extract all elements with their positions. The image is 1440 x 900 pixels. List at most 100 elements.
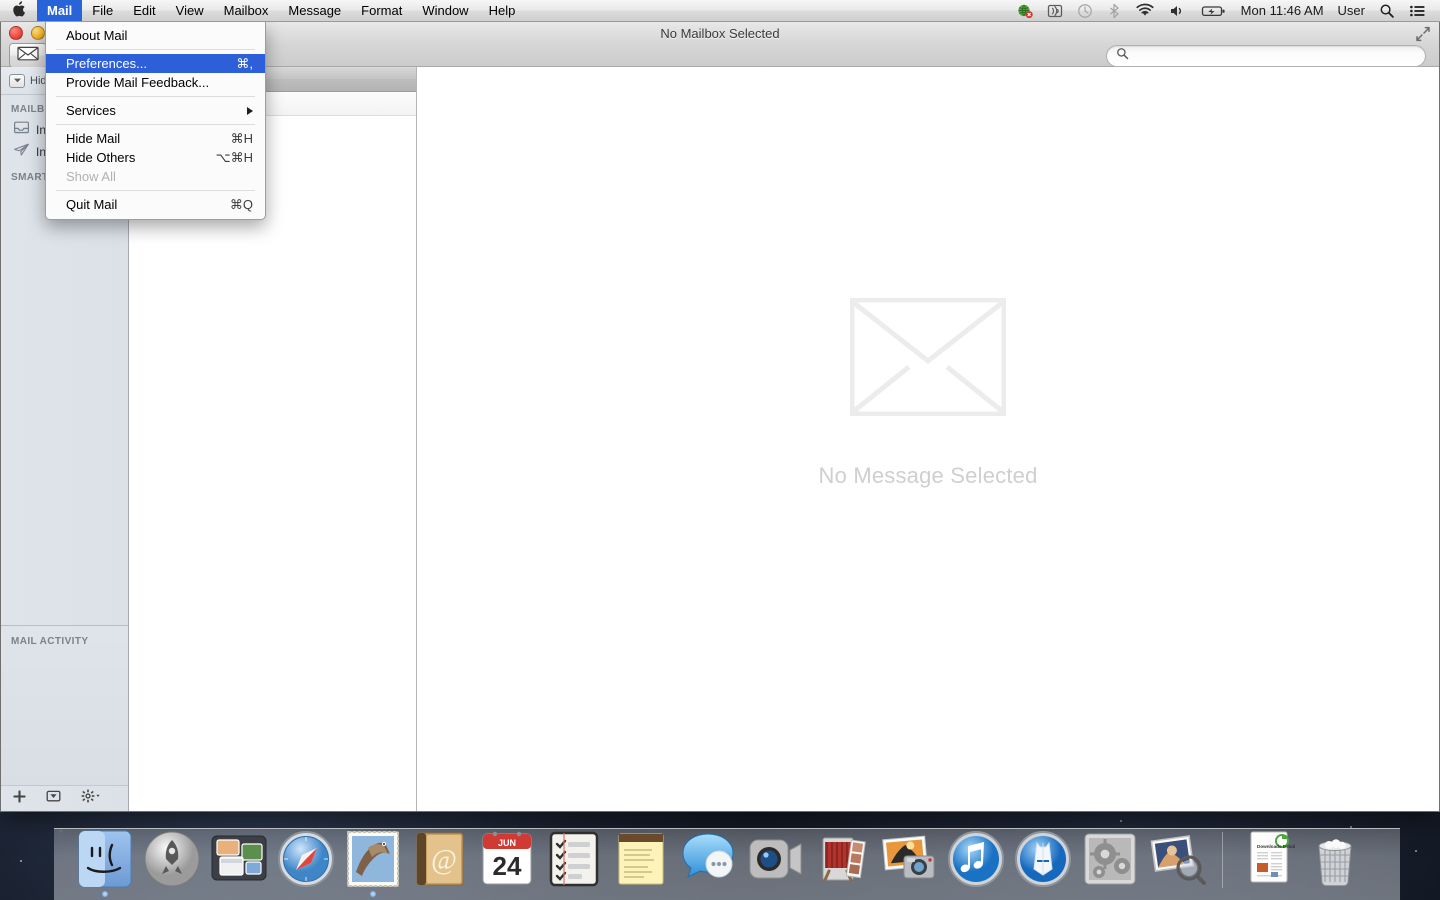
dock-separator [1222,832,1223,888]
paper-plane-icon [13,142,30,162]
dock-item-reminders[interactable] [543,828,605,890]
menu-bar-items: Mail File Edit View Mailbox Message Format Wind… [37,0,525,21]
dock-item-itunes[interactable] [945,828,1007,890]
volume-icon[interactable] [1162,0,1194,21]
gear-icon[interactable] [81,789,100,808]
dock-items: @ JUN 24 Downloads Detail [0,828,1440,897]
empty-state: No Message Selected [818,297,1038,489]
menu-item-shortcut: ⌘Q [229,196,253,212]
menu-item-shortcut: ⌥⌘H [215,149,253,165]
mail-activity-header: MAIL ACTIVITY [11,636,89,647]
dock-item-safari[interactable] [275,828,337,890]
svg-text:24: 24 [493,851,522,881]
battery-icon[interactable] [1194,0,1234,21]
dock: @ JUN 24 Downloads Detail [0,812,1440,900]
svg-text:JUN: JUN [498,838,516,848]
apple-logo-icon [12,1,26,20]
menu-item-label: Hide Mail [66,131,121,146]
menu-view[interactable]: View [166,0,214,21]
menu-edit[interactable]: Edit [123,0,165,21]
wifi-icon[interactable] [1128,0,1162,21]
menu-message[interactable]: Message [278,0,351,21]
search-input[interactable] [1134,48,1416,63]
menu-mailbox[interactable]: Mailbox [214,0,279,21]
dock-item-iphoto[interactable] [878,828,940,890]
dock-item-preview[interactable] [1146,828,1208,890]
message-view: No Message Selected [417,67,1439,811]
menu-item-label: About Mail [66,28,128,43]
menu-item-hide-mail[interactable]: Hide Mail ⌘H [46,129,265,148]
search-container [1106,44,1431,67]
dock-item-trash[interactable] [1304,828,1366,890]
menubar-user[interactable]: User [1331,0,1372,21]
bluetooth-icon[interactable] [1100,0,1128,21]
envelope-compose-icon [17,46,39,66]
menu-item-label: Show All [66,169,116,184]
filter-flag-icon[interactable] [46,789,61,808]
menu-separator [56,124,255,125]
notification-center-icon[interactable] [1402,0,1434,21]
dock-item-mail[interactable] [342,828,404,897]
menu-item-preferences[interactable]: Preferences... ⌘, [46,54,265,73]
menu-help[interactable]: Help [479,0,526,21]
search-icon[interactable] [1372,0,1402,21]
menu-item-label: Provide Mail Feedback... [66,75,210,90]
collapse-icon [9,73,25,88]
mail-app-menu: About Mail Preferences... ⌘, Provide Mail F… [45,22,266,220]
menu-item-services[interactable]: Services [46,101,265,120]
menu-item-label: Services [66,103,116,118]
dock-item-facetime[interactable] [744,828,806,890]
menu-item-quit-mail[interactable]: Quit Mail ⌘Q [46,195,265,214]
menu-item-hide-others[interactable]: Hide Others ⌥⌘H [46,148,265,167]
menu-item-show-all: Show All [46,167,265,186]
menu-item-label: Preferences... [66,56,147,71]
svg-text:@: @ [431,845,457,876]
running-indicator [102,891,108,897]
dock-item-mission-control[interactable] [208,828,270,890]
sidebar-footer [1,785,128,811]
dock-item-system-preferences[interactable] [1079,828,1141,890]
dock-item-calendar[interactable]: JUN 24 [476,828,538,890]
menu-item-shortcut: ⌘, [236,55,253,71]
compose-button[interactable] [9,43,47,68]
running-indicator [370,891,376,897]
menu-separator [56,190,255,191]
search-field[interactable] [1106,44,1426,67]
menu-window[interactable]: Window [412,0,478,21]
menu-item-shortcut: ⌘H [230,130,253,146]
envelope-outline-icon [849,297,1007,421]
dock-item-app-store[interactable] [1012,828,1074,890]
mail-activity-panel: MAIL ACTIVITY [1,625,128,785]
mail-window: No Mailbox Selected Hide MAILBOXES SMART… [0,22,1440,812]
menu-item-label: Quit Mail [66,197,118,212]
menu-format[interactable]: Format [351,0,412,21]
dock-item-finder[interactable] [74,828,136,897]
menu-item-provide-mail-feedback[interactable]: Provide Mail Feedback... [46,73,265,92]
airplay-icon[interactable] [1040,0,1070,21]
menubar-clock[interactable]: Mon 11:46 AM [1234,0,1331,21]
plus-icon[interactable] [13,789,26,808]
menu-separator [56,96,255,97]
menu-bar-status-items: Mon 11:46 AM User [1010,0,1440,21]
apple-menu[interactable] [0,0,37,21]
dock-item-photo-booth[interactable] [811,828,873,890]
submenu-arrow-icon [247,106,253,115]
fullscreen-arrows-icon[interactable] [1415,26,1431,42]
search-icon [1116,47,1129,65]
dock-item-launchpad[interactable] [141,828,203,890]
dock-item-contacts[interactable]: @ [409,828,471,890]
menu-item-label: Hide Others [66,150,136,165]
globe-error-icon[interactable] [1010,0,1040,21]
menu-bar: Mail File Edit View Mailbox Message Format Wind… [0,0,1440,22]
dock-item-documents-stack[interactable]: Downloads Detail [1237,828,1299,890]
menu-separator [56,49,255,50]
svg-text:Downloads Detail: Downloads Detail [1257,844,1295,849]
time-machine-icon[interactable] [1070,0,1100,21]
empty-state-title: No Message Selected [818,462,1038,488]
inbox-tray-icon [13,120,30,140]
menu-mail[interactable]: Mail [37,0,83,21]
dock-item-notes[interactable] [610,828,672,890]
dock-item-messages[interactable] [677,828,739,890]
menu-item-about-mail[interactable]: About Mail [46,26,265,45]
menu-file[interactable]: File [82,0,123,21]
